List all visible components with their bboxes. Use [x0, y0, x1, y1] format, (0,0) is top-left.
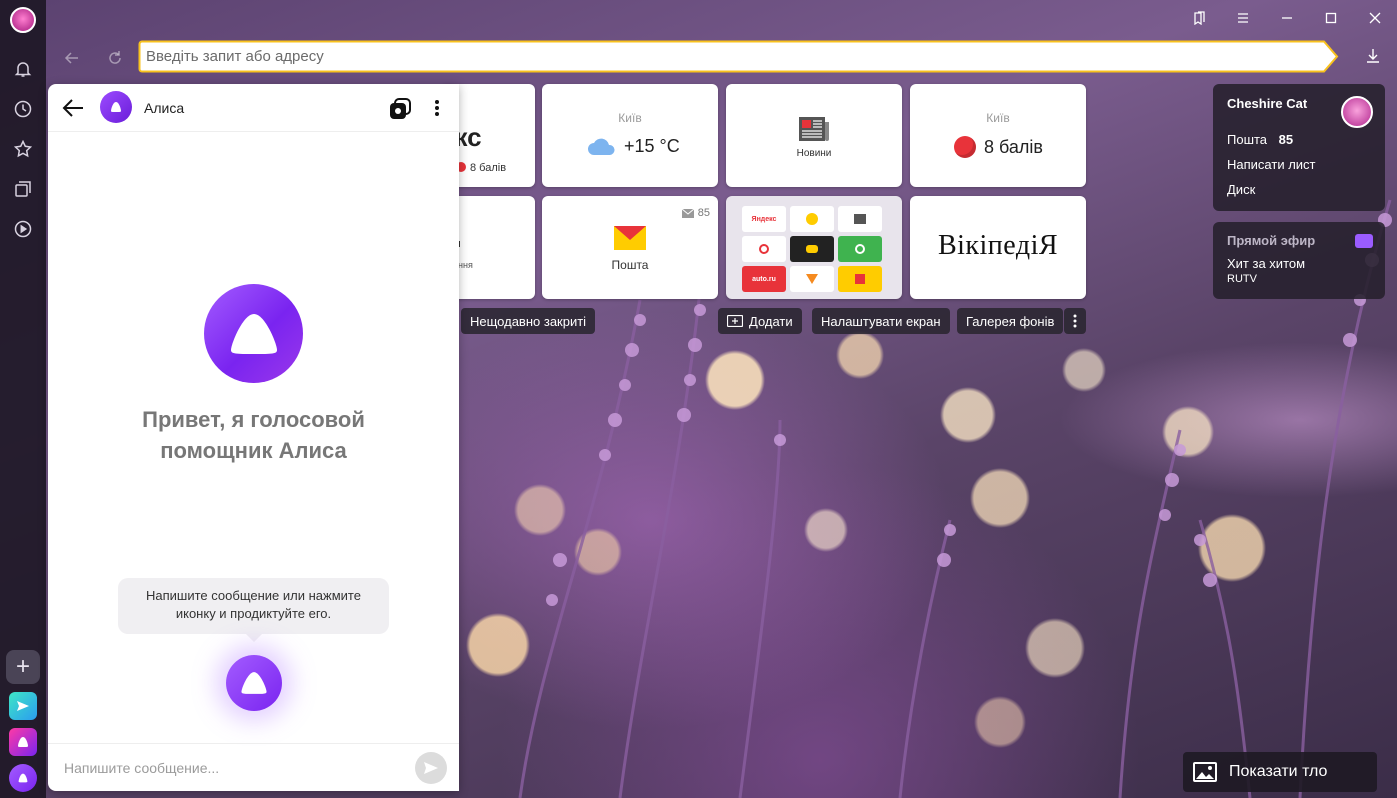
image-icon: [1193, 762, 1217, 782]
alice-header: Алиса: [48, 84, 459, 132]
tv-icon: [1355, 234, 1373, 248]
mini-autoru[interactable]: auto.ru: [742, 266, 786, 292]
tile-traffic[interactable]: Київ 8 балів: [910, 84, 1086, 187]
alice-logo-large: [204, 284, 303, 383]
customize-screen-button[interactable]: Налаштувати екран: [812, 308, 950, 334]
wikipedia-logo: ВікіпедіЯ: [937, 230, 1059, 261]
mail-label: Пошта: [611, 258, 649, 272]
maximize-icon[interactable]: [1309, 0, 1353, 36]
mini-yandex[interactable]: Яндекс: [742, 206, 786, 232]
tile-mail[interactable]: 85 Пошта: [542, 196, 718, 299]
title-bar: [46, 0, 1397, 36]
alice-greeting: Привет, я голосовой помощник Алиса: [142, 407, 365, 463]
traffic-city: Київ: [986, 111, 1010, 125]
add-icon: [727, 315, 743, 327]
app-sidebar: +: [0, 0, 46, 798]
cloud-icon: [588, 138, 615, 155]
address-bar[interactable]: [138, 40, 1340, 73]
minimize-icon[interactable]: [1265, 0, 1309, 36]
alice-logo-icon: [100, 91, 132, 123]
reload-icon[interactable]: [103, 46, 127, 70]
back-arrow-icon[interactable]: [62, 98, 84, 123]
address-input[interactable]: [146, 46, 1296, 67]
news-label: Новини: [796, 148, 832, 159]
alice-app-icon[interactable]: [389, 98, 411, 125]
add-sidebar-app-button[interactable]: +: [6, 650, 40, 684]
write-letter-link[interactable]: Написати лист: [1227, 157, 1316, 172]
alice-title: Алиса: [144, 100, 185, 116]
bell-icon[interactable]: [7, 53, 39, 85]
add-tile-button[interactable]: Додати: [718, 308, 802, 334]
alice-voice-icon[interactable]: [9, 764, 37, 792]
user-mail-link[interactable]: Пошта 85: [1227, 132, 1293, 147]
kebab-menu-icon[interactable]: [435, 100, 439, 121]
tile-wikipedia[interactable]: ВікіпедіЯ: [910, 196, 1086, 299]
traffic-score: 8 балів: [984, 136, 1043, 157]
live-show: Хит за хитом: [1227, 256, 1306, 271]
traffic-light-icon: [954, 136, 976, 158]
mail-count: 85: [697, 207, 710, 219]
live-channel: RUTV: [1227, 273, 1257, 285]
alice-app-icon[interactable]: [9, 728, 37, 756]
collections-icon[interactable]: [7, 173, 39, 205]
weather-temp: +15 °C: [624, 136, 680, 156]
alice-message-input[interactable]: [64, 758, 404, 778]
partial-tile-label: ння: [458, 260, 473, 270]
disk-link[interactable]: Диск: [1227, 182, 1255, 197]
background-gallery-button[interactable]: Галерея фонів: [957, 308, 1064, 334]
mini-market-icon[interactable]: [790, 266, 834, 292]
tile-yandex-score: 8 балів: [470, 162, 507, 174]
alice-hint-bubble: Напишите сообщение или нажмите иконку и …: [118, 578, 389, 642]
user-avatar[interactable]: [1341, 96, 1373, 128]
mini-shop-icon[interactable]: [838, 266, 882, 292]
alice-panel: Алиса Привет, я голосовой помощник Алиса…: [48, 84, 459, 791]
alice-message-bar: [48, 743, 459, 791]
close-icon[interactable]: [1353, 0, 1397, 36]
recently-closed-button[interactable]: Нещодавно закриті: [461, 308, 596, 334]
live-broadcast-card[interactable]: Прямой эфир Хит за хитом RUTV: [1213, 222, 1385, 299]
mail-logo-icon: [614, 226, 646, 255]
messenger-app-icon[interactable]: [9, 692, 37, 720]
show-background-button[interactable]: Показати тло: [1183, 752, 1377, 792]
tile-news[interactable]: Новини: [726, 84, 902, 187]
weather-city: Київ: [618, 111, 642, 125]
alice-voice-button[interactable]: [226, 655, 282, 711]
download-icon[interactable]: [1361, 44, 1385, 68]
history-icon[interactable]: [7, 93, 39, 125]
user-mail-count: 85: [1278, 132, 1294, 147]
mini-games-icon[interactable]: [790, 236, 834, 262]
menu-icon[interactable]: [1221, 0, 1265, 36]
mini-link-icon[interactable]: [742, 236, 786, 262]
live-title: Прямой эфир: [1227, 233, 1316, 248]
back-arrow-icon[interactable]: [60, 46, 84, 70]
newspaper-icon: [798, 116, 830, 147]
more-options-icon[interactable]: [1064, 308, 1086, 334]
bookmarks-star-icon[interactable]: [7, 133, 39, 165]
tile-weather[interactable]: Київ +15 °C: [542, 84, 718, 187]
user-name[interactable]: Cheshire Cat: [1227, 96, 1307, 111]
profile-avatar[interactable]: [10, 7, 36, 33]
user-card: Cheshire Cat Пошта 85 Написати лист Диск: [1213, 84, 1385, 211]
tile-apps-folder[interactable]: Яндекс auto.ru: [726, 196, 902, 299]
mini-kinopoisk-icon[interactable]: [790, 206, 834, 232]
envelope-icon: [681, 208, 694, 218]
video-play-icon[interactable]: [7, 213, 39, 245]
send-icon[interactable]: [415, 752, 447, 784]
mini-music-icon[interactable]: [838, 236, 882, 262]
mini-news-icon[interactable]: [838, 206, 882, 232]
bookmarks-panel-icon[interactable]: [1177, 0, 1221, 36]
